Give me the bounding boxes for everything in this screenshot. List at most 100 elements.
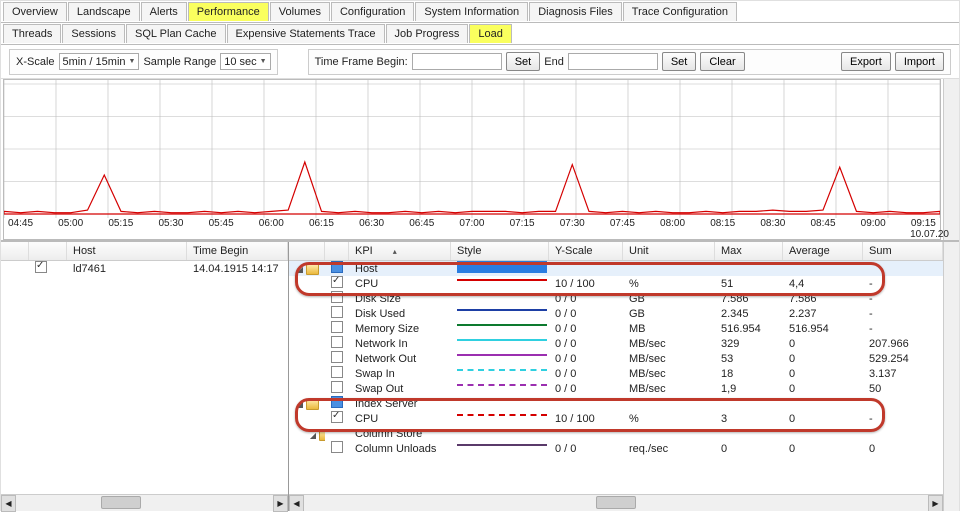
kpi-hscroll[interactable]: ◀ ▶ bbox=[289, 494, 943, 511]
kpi-col-sum[interactable]: Sum bbox=[863, 242, 943, 260]
kpi-row[interactable]: CPU10 / 100%514,4- bbox=[289, 276, 943, 291]
hosts-hscroll[interactable]: ◀ ▶ bbox=[1, 494, 288, 511]
kpi-checkbox[interactable] bbox=[331, 276, 343, 288]
kpi-folder-indicator[interactable] bbox=[331, 396, 343, 408]
style-swatch bbox=[457, 384, 547, 394]
tab-diagnosis-files[interactable]: Diagnosis Files bbox=[529, 2, 622, 21]
scroll-left-icon[interactable]: ◀ bbox=[289, 495, 304, 511]
tree-expand-icon[interactable]: ◢ bbox=[296, 400, 304, 409]
kpi-folder-row[interactable]: ◢Column Store bbox=[289, 426, 943, 441]
hosts-col-blank1[interactable] bbox=[1, 242, 29, 260]
tab-sql-plan-cache[interactable]: SQL Plan Cache bbox=[126, 24, 226, 43]
end-input[interactable] bbox=[568, 53, 658, 70]
kpi-sum: - bbox=[863, 293, 943, 305]
xscale-select[interactable]: 5min / 15min▼ bbox=[59, 53, 140, 70]
end-label: End bbox=[544, 56, 564, 68]
chart-zone: 04:4505:0005:1505:3005:4506:0006:1506:30… bbox=[1, 79, 959, 241]
kpi-sum: - bbox=[863, 278, 943, 290]
tfb-input[interactable] bbox=[412, 53, 502, 70]
kpi-checkbox[interactable] bbox=[331, 441, 343, 453]
kpi-row[interactable]: Disk Used0 / 0GB2.3452.237- bbox=[289, 306, 943, 321]
tab-configuration[interactable]: Configuration bbox=[331, 2, 414, 21]
kpi-col-max[interactable]: Max bbox=[715, 242, 783, 260]
kpi-label: Network Out bbox=[349, 353, 451, 365]
hosts-col-blank2[interactable] bbox=[29, 242, 67, 260]
end-set-button[interactable]: Set bbox=[662, 52, 697, 71]
kpi-col-kpi[interactable]: KPI bbox=[349, 242, 451, 260]
kpi-col-yscale[interactable]: Y-Scale bbox=[549, 242, 623, 260]
tab-landscape[interactable]: Landscape bbox=[68, 2, 140, 21]
kpi-row[interactable]: Swap In0 / 0MB/sec1803.137 bbox=[289, 366, 943, 381]
hosts-col-timebegin[interactable]: Time Begin bbox=[187, 242, 288, 260]
tab-performance[interactable]: Performance bbox=[188, 2, 269, 21]
tab-alerts[interactable]: Alerts bbox=[141, 2, 187, 21]
kpi-col-unit[interactable]: Unit bbox=[623, 242, 715, 260]
kpi-col-style[interactable]: Style bbox=[451, 242, 549, 260]
import-button[interactable]: Import bbox=[895, 52, 944, 71]
export-button[interactable]: Export bbox=[841, 52, 891, 71]
tree-expand-icon[interactable]: ◢ bbox=[296, 265, 304, 274]
scroll-thumb[interactable] bbox=[101, 496, 141, 509]
tree-expand-icon[interactable]: ◢ bbox=[309, 431, 317, 440]
tfb-set-button[interactable]: Set bbox=[506, 52, 541, 71]
kpi-row[interactable]: CPU10 / 100%30- bbox=[289, 411, 943, 426]
kpi-row[interactable]: Swap Out0 / 0MB/sec1,9050 bbox=[289, 381, 943, 396]
kpi-row[interactable]: Memory Size0 / 0MB516.954516.954- bbox=[289, 321, 943, 336]
clear-button[interactable]: Clear bbox=[700, 52, 744, 71]
tab-expensive-statements-trace[interactable]: Expensive Statements Trace bbox=[227, 24, 385, 43]
kpi-row[interactable]: Network Out0 / 0MB/sec530529.254 bbox=[289, 351, 943, 366]
sample-select[interactable]: 10 sec▼ bbox=[220, 53, 270, 70]
kpi-checkbox[interactable] bbox=[331, 321, 343, 333]
tab-threads[interactable]: Threads bbox=[3, 24, 61, 43]
scroll-right-icon[interactable]: ▶ bbox=[273, 495, 288, 512]
tab-job-progress[interactable]: Job Progress bbox=[386, 24, 469, 43]
kpi-vscroll[interactable] bbox=[943, 242, 959, 511]
kpi-checkbox[interactable] bbox=[331, 291, 343, 303]
time-tick: 05:30 bbox=[158, 218, 183, 229]
tab-system-information[interactable]: System Information bbox=[415, 2, 528, 21]
folder-icon bbox=[306, 264, 319, 275]
kpi-checkbox[interactable] bbox=[331, 306, 343, 318]
hosts-row[interactable]: ld7461 14.04.1915 14:17 bbox=[1, 261, 288, 276]
scroll-thumb[interactable] bbox=[596, 496, 636, 509]
kpi-max: 7.586 bbox=[715, 293, 783, 305]
style-swatch bbox=[457, 444, 547, 454]
tab-overview[interactable]: Overview bbox=[3, 2, 67, 21]
time-tick: 04:45 bbox=[8, 218, 33, 229]
tab-load[interactable]: Load bbox=[469, 24, 511, 43]
kpi-checkbox[interactable] bbox=[331, 411, 343, 423]
tab-volumes[interactable]: Volumes bbox=[270, 2, 330, 21]
tfb-label: Time Frame Begin: bbox=[315, 56, 408, 68]
load-chart[interactable] bbox=[4, 80, 940, 218]
kpi-checkbox[interactable] bbox=[331, 351, 343, 363]
kpi-row[interactable]: Disk Size0 / 0GB7.5867.586- bbox=[289, 291, 943, 306]
kpi-col-blank2[interactable] bbox=[325, 242, 349, 260]
kpi-label: Disk Size bbox=[349, 293, 451, 305]
kpi-sum: - bbox=[863, 413, 943, 425]
kpi-checkbox[interactable] bbox=[331, 366, 343, 378]
kpi-col-avg[interactable]: Average bbox=[783, 242, 863, 260]
kpi-unit: GB bbox=[623, 308, 715, 320]
tab-sessions[interactable]: Sessions bbox=[62, 24, 125, 43]
tab-trace-configuration[interactable]: Trace Configuration bbox=[623, 2, 737, 21]
scroll-left-icon[interactable]: ◀ bbox=[1, 495, 16, 512]
kpi-avg: 0 bbox=[783, 383, 863, 395]
kpi-unit: MB/sec bbox=[623, 383, 715, 395]
kpi-folder-indicator[interactable] bbox=[331, 261, 343, 273]
kpi-folder-row[interactable]: ◢Host bbox=[289, 261, 943, 276]
hosts-col-host[interactable]: Host bbox=[67, 242, 187, 260]
controls-bar: X-Scale 5min / 15min▼ Sample Range 10 se… bbox=[1, 45, 959, 79]
kpi-checkbox[interactable] bbox=[331, 381, 343, 393]
style-swatch bbox=[457, 339, 547, 349]
kpi-col-blank1[interactable] bbox=[289, 242, 325, 260]
kpi-row[interactable]: Network In0 / 0MB/sec3290207.966 bbox=[289, 336, 943, 351]
folder-icon bbox=[306, 399, 319, 410]
chart-vscroll[interactable] bbox=[943, 79, 959, 240]
kpi-checkbox[interactable] bbox=[331, 336, 343, 348]
host-checkbox[interactable] bbox=[35, 261, 47, 273]
kpi-label: Swap Out bbox=[349, 383, 451, 395]
kpi-row[interactable]: Column Unloads0 / 0req./sec000 bbox=[289, 441, 943, 456]
kpi-folder-row[interactable]: ◢Index Server bbox=[289, 396, 943, 411]
scroll-right-icon[interactable]: ▶ bbox=[928, 495, 943, 511]
kpi-unit: MB/sec bbox=[623, 338, 715, 350]
